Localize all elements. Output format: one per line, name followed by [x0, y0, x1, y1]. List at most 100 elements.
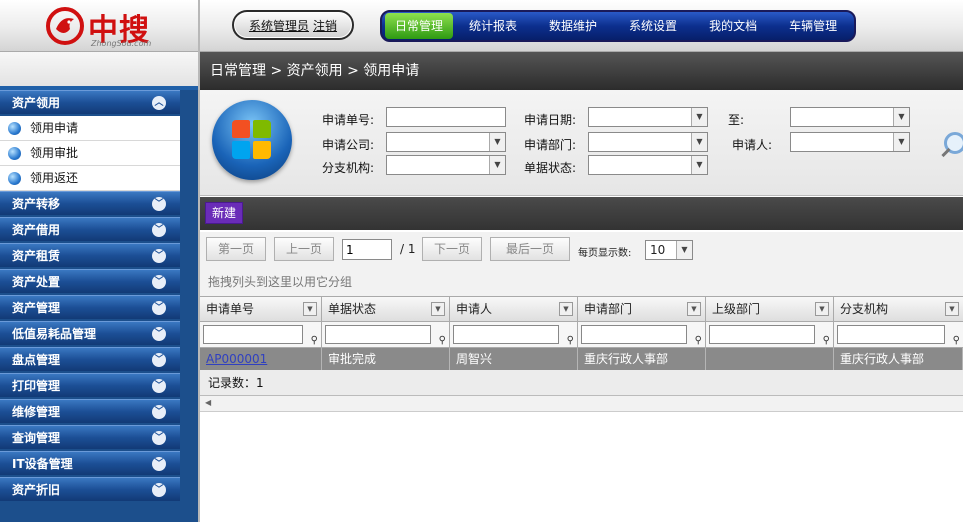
- nav-my-documents[interactable]: 我的文档: [701, 13, 765, 39]
- table-row[interactable]: AP000001 审批完成 周智兴 重庆行政人事部 重庆行政人事部: [200, 348, 963, 370]
- chevron-down-icon[interactable]: ﹀: [152, 197, 166, 211]
- filter-input[interactable]: [203, 325, 303, 344]
- chevron-down-icon[interactable]: ▼: [691, 108, 707, 126]
- sidebar-group-repair[interactable]: 维修管理 ﹀: [0, 399, 180, 423]
- logout-link[interactable]: 注销: [313, 17, 337, 34]
- chevron-down-icon[interactable]: ▼: [893, 108, 909, 126]
- chevron-down-icon[interactable]: ▼: [431, 302, 445, 316]
- chevron-down-icon[interactable]: ▼: [303, 302, 317, 316]
- dept-select[interactable]: ▼: [588, 132, 708, 152]
- nav-system-settings[interactable]: 系统设置: [621, 13, 685, 39]
- pager: 第一页 上一页 / 1 下一页 最后一页 每页显示数: 10 ▼: [200, 232, 963, 268]
- apply-no-input[interactable]: [386, 107, 506, 127]
- filter-input[interactable]: [709, 325, 815, 344]
- sidebar-group-consumables[interactable]: 低值易耗品管理 ﹀: [0, 321, 180, 345]
- nav-reports[interactable]: 统计报表: [461, 13, 525, 39]
- sidebar-group-inventory[interactable]: 盘点管理 ﹀: [0, 347, 180, 371]
- column-header-apply-no[interactable]: 申请单号 ▼: [200, 297, 322, 321]
- chevron-down-icon[interactable]: ﹀: [152, 431, 166, 445]
- column-header-status[interactable]: 单据状态 ▼: [322, 297, 450, 321]
- sidebar-group-asset-borrow[interactable]: 资产借用 ﹀: [0, 217, 180, 241]
- chevron-down-icon[interactable]: ﹀: [152, 353, 166, 367]
- column-header-applicant[interactable]: 申请人 ▼: [450, 297, 578, 321]
- chevron-down-icon[interactable]: ﹀: [152, 483, 166, 497]
- company-label: 申请公司:: [321, 138, 374, 152]
- chevron-down-icon[interactable]: ﹀: [152, 327, 166, 341]
- chevron-down-icon[interactable]: ﹀: [152, 223, 166, 237]
- table-cell: 审批完成: [322, 348, 450, 370]
- filter-input[interactable]: [325, 325, 431, 344]
- grid-header: 申请单号 ▼ 单据状态 ▼ 申请人 ▼ 申请部门 ▼ 上级部门 ▼ 分支机构 ▼: [200, 296, 963, 322]
- new-button[interactable]: 新建: [205, 202, 244, 224]
- sidebar-group-query[interactable]: 查询管理 ﹀: [0, 425, 180, 449]
- horizontal-scrollbar[interactable]: ◀: [200, 396, 963, 412]
- sidebar-group-asset-management[interactable]: 资产管理 ﹀: [0, 295, 180, 319]
- column-header-dept[interactable]: 申请部门 ▼: [578, 297, 706, 321]
- nav-vehicle-management[interactable]: 车辆管理: [781, 13, 845, 39]
- apply-date-to-select[interactable]: ▼: [790, 107, 910, 127]
- filter-input[interactable]: [453, 325, 559, 344]
- chevron-down-icon[interactable]: ▼: [676, 241, 692, 259]
- last-page-button[interactable]: 最后一页: [490, 237, 570, 261]
- chevron-down-icon[interactable]: ﹀: [152, 301, 166, 315]
- sidebar-group-depreciation[interactable]: 资产折旧 ﹀: [0, 477, 180, 501]
- sidebar-item-approve[interactable]: 领用审批: [0, 141, 180, 166]
- sidebar-item-apply[interactable]: 领用申请: [0, 116, 180, 141]
- page-number-input[interactable]: [342, 239, 392, 260]
- apply-no-label: 申请单号:: [321, 113, 374, 127]
- chevron-down-icon[interactable]: ▼: [691, 133, 707, 151]
- filter-input[interactable]: [581, 325, 687, 344]
- per-page-select[interactable]: 10 ▼: [645, 240, 693, 260]
- status-label: 单据状态:: [523, 161, 576, 175]
- filter-icon[interactable]: ⚲: [953, 329, 960, 347]
- status-select[interactable]: ▼: [588, 155, 708, 175]
- first-page-button[interactable]: 第一页: [206, 237, 266, 261]
- company-select[interactable]: ▼: [386, 132, 506, 152]
- sidebar-group-print[interactable]: 打印管理 ﹀: [0, 373, 180, 397]
- chevron-down-icon[interactable]: ﹀: [152, 405, 166, 419]
- nav-data-maintenance[interactable]: 数据维护: [541, 13, 605, 39]
- chevron-left-icon[interactable]: ◀: [205, 398, 211, 407]
- apply-date-from-select[interactable]: ▼: [588, 107, 708, 127]
- chevron-down-icon[interactable]: ▼: [559, 302, 573, 316]
- filter-icon[interactable]: ⚲: [311, 329, 318, 347]
- nav-daily[interactable]: 日常管理: [385, 13, 454, 39]
- chevron-down-icon[interactable]: ﹀: [152, 275, 166, 289]
- chevron-down-icon[interactable]: ▼: [893, 133, 909, 151]
- main-nav: 日常管理 统计报表 数据维护 系统设置 我的文档 车辆管理: [380, 10, 856, 42]
- chevron-down-icon[interactable]: ▼: [691, 156, 707, 174]
- sidebar-group-asset-lease[interactable]: 资产租赁 ﹀: [0, 243, 180, 267]
- globe-icon: [8, 172, 21, 185]
- chevron-down-icon[interactable]: ﹀: [152, 249, 166, 263]
- chevron-down-icon[interactable]: ▼: [945, 302, 959, 316]
- sidebar-group-asset-disposal[interactable]: 资产处置 ﹀: [0, 269, 180, 293]
- chevron-down-icon[interactable]: ﹀: [152, 379, 166, 393]
- chevron-down-icon[interactable]: ▼: [815, 302, 829, 316]
- next-page-button[interactable]: 下一页: [422, 237, 482, 261]
- apply-no-link[interactable]: AP000001: [206, 352, 267, 366]
- prev-page-button[interactable]: 上一页: [274, 237, 334, 261]
- user-name-link[interactable]: 系统管理员: [249, 17, 309, 34]
- sidebar-group-asset-requisition[interactable]: 资产领用 ︿: [0, 90, 180, 114]
- branch-select[interactable]: ▼: [386, 155, 506, 175]
- column-header-branch[interactable]: 分支机构 ▼: [834, 297, 963, 321]
- filter-icon[interactable]: ⚲: [439, 329, 446, 347]
- sidebar-group-asset-transfer[interactable]: 资产转移 ﹀: [0, 191, 180, 215]
- chevron-down-icon[interactable]: ﹀: [152, 457, 166, 471]
- search-icon[interactable]: [944, 132, 963, 154]
- chevron-down-icon[interactable]: ▼: [489, 133, 505, 151]
- applicant-select[interactable]: ▼: [790, 132, 910, 152]
- chevron-down-icon[interactable]: ▼: [687, 302, 701, 316]
- filter-input[interactable]: [837, 325, 945, 344]
- filter-icon[interactable]: ⚲: [695, 329, 702, 347]
- column-header-parent-dept[interactable]: 上级部门 ▼: [706, 297, 834, 321]
- sidebar-item-return[interactable]: 领用返还: [0, 166, 180, 191]
- sidebar-group-it-equipment[interactable]: IT设备管理 ﹀: [0, 451, 180, 475]
- filter-icon[interactable]: ⚲: [567, 329, 574, 347]
- filter-icon[interactable]: ⚲: [823, 329, 830, 347]
- chevron-down-icon[interactable]: ▼: [489, 156, 505, 174]
- apply-date-label: 申请日期:: [523, 113, 576, 127]
- top-header: 中搜 ZhongSou.com 系统管理员 注销 日常管理 统计报表 数据维护 …: [0, 0, 963, 52]
- sidebar-top: [0, 52, 198, 90]
- chevron-up-icon[interactable]: ︿: [152, 96, 166, 110]
